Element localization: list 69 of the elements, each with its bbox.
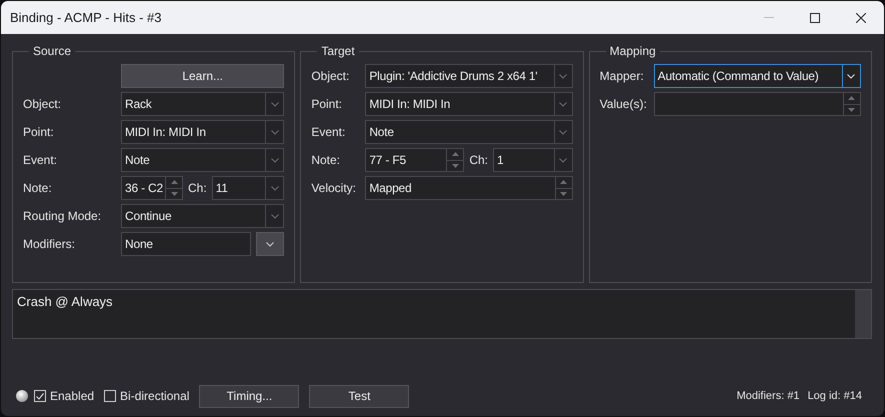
field-label: Routing Mode: <box>23 209 102 223</box>
field-label: Note: <box>311 153 342 167</box>
maximize-icon[interactable] <box>810 12 820 22</box>
field-label: Point: <box>23 125 55 139</box>
chevron-down-icon <box>270 186 279 190</box>
group-title: Mapping <box>608 44 657 58</box>
chevron-down-icon <box>266 242 274 246</box>
modifiers-field[interactable]: None <box>121 232 252 256</box>
combo-box[interactable]: Rack <box>121 92 284 116</box>
chevron-down-icon <box>559 158 568 162</box>
up-arrow-icon <box>848 96 856 100</box>
field-label: Mapper: <box>600 69 645 83</box>
spin-field[interactable]: Mapped <box>365 176 573 200</box>
channel-combo-box[interactable]: 1 <box>493 148 573 172</box>
status-text: Modifiers: #1 <box>736 390 800 402</box>
combo-box[interactable]: Note <box>121 148 284 172</box>
learn-button[interactable]: Learn... <box>121 64 284 88</box>
notes-text: Crash @ Always <box>16 293 114 309</box>
close-icon[interactable] <box>856 12 866 22</box>
chevron-down-icon <box>559 74 568 78</box>
status-lamp-icon <box>16 390 28 402</box>
footer-button[interactable]: Timing... <box>199 384 300 408</box>
chevron-down-icon <box>847 74 856 78</box>
notes-field[interactable]: Crash @ Always <box>12 289 872 339</box>
up-arrow-icon <box>452 152 459 156</box>
field-label: Note: <box>23 181 53 195</box>
combo-box[interactable]: MIDI In: MIDI In <box>121 120 284 144</box>
down-arrow-icon <box>560 192 568 196</box>
chevron-down-icon <box>270 130 279 134</box>
chevron-down-icon <box>270 102 279 106</box>
combo-box[interactable]: Plugin: 'Addictive Drums 2 x64 1' <box>365 64 573 88</box>
channel-label: Ch: <box>188 181 207 195</box>
status-text: Log id: #14 <box>808 390 862 402</box>
window-title: Binding - ACMP - Hits - #3 <box>10 10 162 25</box>
check-icon <box>36 392 44 400</box>
note-spinner[interactable]: 77 - F5 <box>365 148 464 172</box>
chevron-down-icon <box>559 102 568 106</box>
group-title: Source <box>32 44 72 58</box>
checkbox[interactable] <box>34 390 46 402</box>
combo-box[interactable]: Note <box>365 120 573 144</box>
field-label: Event: <box>23 153 58 167</box>
checkbox-label: Bi-directional <box>120 389 190 403</box>
checkbox-label: Enabled <box>50 389 94 403</box>
chevron-down-icon <box>559 130 568 134</box>
checkbox[interactable] <box>104 390 116 402</box>
up-arrow-icon <box>170 180 178 184</box>
field-label: Object: <box>311 69 350 83</box>
chevron-down-icon <box>270 214 279 218</box>
channel-label: Ch: <box>469 153 488 167</box>
up-arrow-icon <box>560 180 568 184</box>
spin-field[interactable] <box>654 92 861 116</box>
chevron-down-icon <box>270 158 279 162</box>
combo-box[interactable]: Continue <box>121 204 284 228</box>
channel-combo-box[interactable]: 11 <box>212 176 284 200</box>
field-label: Point: <box>311 97 344 111</box>
group-title: Target <box>320 44 356 58</box>
field-label: Object: <box>23 97 62 111</box>
field-label: Value(s): <box>600 97 648 111</box>
scrollbar[interactable] <box>855 290 871 338</box>
down-arrow-icon <box>848 108 856 112</box>
field-label: Event: <box>311 125 346 139</box>
footer-button[interactable]: Test <box>309 384 410 408</box>
note-spinner[interactable]: 36 - C2 <box>121 176 183 200</box>
field-label: Modifiers: <box>23 237 76 251</box>
combo-box[interactable]: Automatic (Command to Value) <box>654 64 861 88</box>
field-label: Velocity: <box>311 181 358 195</box>
down-arrow-icon <box>452 164 459 168</box>
down-arrow-icon <box>170 192 178 196</box>
combo-box[interactable]: MIDI In: MIDI In <box>365 92 573 116</box>
